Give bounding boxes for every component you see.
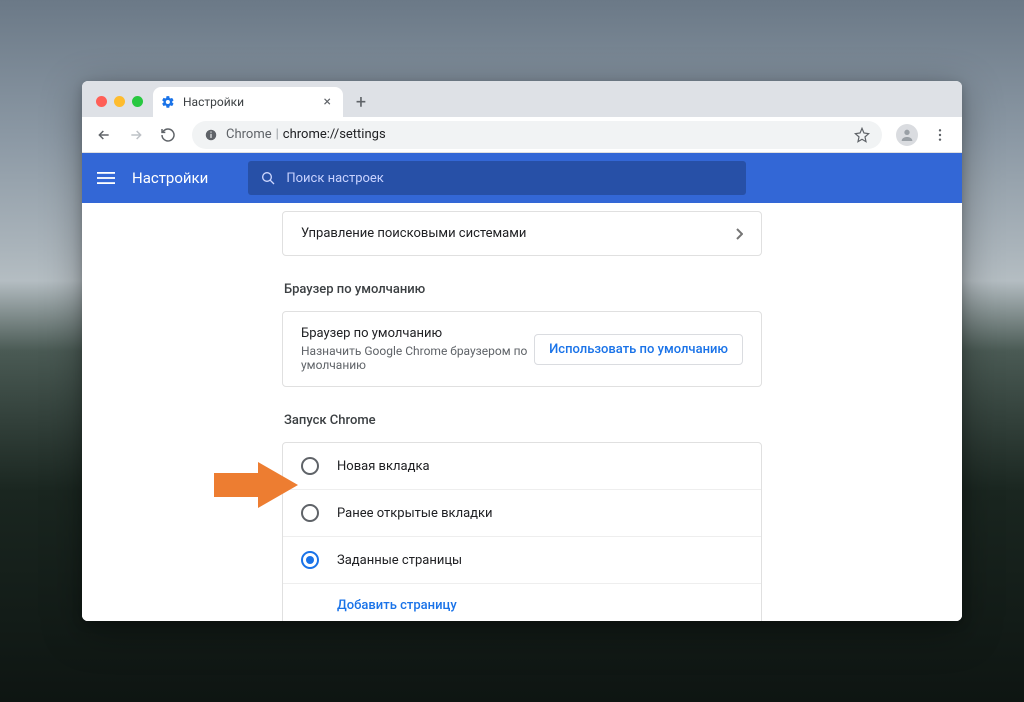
- default-browser-row: Браузер по умолчанию Назначить Google Ch…: [283, 312, 761, 386]
- tab-close-button[interactable]: ×: [320, 94, 335, 110]
- site-info-icon[interactable]: [204, 128, 218, 142]
- startup-option-previous-tabs[interactable]: Ранее открытые вкладки: [283, 489, 761, 536]
- tab-title: Настройки: [183, 95, 320, 109]
- settings-search[interactable]: [248, 161, 746, 195]
- settings-content: Управление поисковыми системами Браузер …: [82, 203, 962, 621]
- forward-button[interactable]: [122, 121, 150, 149]
- startup-option-specific-pages[interactable]: Заданные страницы: [283, 536, 761, 583]
- hamburger-menu-button[interactable]: [94, 166, 118, 190]
- browser-tab[interactable]: Настройки ×: [153, 87, 343, 117]
- startup-heading: Запуск Chrome: [284, 413, 762, 428]
- chevron-right-icon: [735, 228, 743, 240]
- maximize-window-button[interactable]: [132, 96, 143, 107]
- radio-icon: [301, 504, 319, 522]
- manage-search-engines-row[interactable]: Управление поисковыми системами: [283, 212, 761, 255]
- default-browser-heading: Браузер по умолчанию: [284, 282, 762, 297]
- address-bar[interactable]: Chrome | chrome://settings: [192, 121, 882, 149]
- tab-strip: Настройки × +: [82, 81, 962, 117]
- new-tab-button[interactable]: +: [347, 88, 375, 116]
- set-default-browser-button[interactable]: Использовать по умолчанию: [534, 334, 743, 365]
- menu-button[interactable]: [926, 121, 954, 149]
- back-button[interactable]: [90, 121, 118, 149]
- settings-header: Настройки: [82, 153, 962, 203]
- radio-checked-icon: [301, 551, 319, 569]
- gear-icon: [161, 95, 175, 109]
- bookmark-star-icon[interactable]: [854, 127, 870, 143]
- minimize-window-button[interactable]: [114, 96, 125, 107]
- page-title: Настройки: [132, 169, 208, 187]
- browser-toolbar: Chrome | chrome://settings: [82, 117, 962, 153]
- search-icon: [260, 170, 276, 186]
- startup-option-new-tab[interactable]: Новая вкладка: [283, 443, 761, 489]
- browser-window: Настройки × + Chrome | chrome://settings: [82, 81, 962, 621]
- url-path: chrome://settings: [283, 127, 386, 142]
- close-window-button[interactable]: [96, 96, 107, 107]
- settings-app: Настройки Управление поисковыми системам…: [82, 153, 962, 621]
- reload-button[interactable]: [154, 121, 182, 149]
- radio-icon: [301, 457, 319, 475]
- profile-avatar[interactable]: [896, 124, 918, 146]
- add-page-link[interactable]: Добавить страницу: [283, 583, 761, 621]
- settings-search-input[interactable]: [286, 171, 734, 186]
- window-controls: [92, 96, 153, 117]
- url-host: Chrome: [226, 127, 272, 142]
